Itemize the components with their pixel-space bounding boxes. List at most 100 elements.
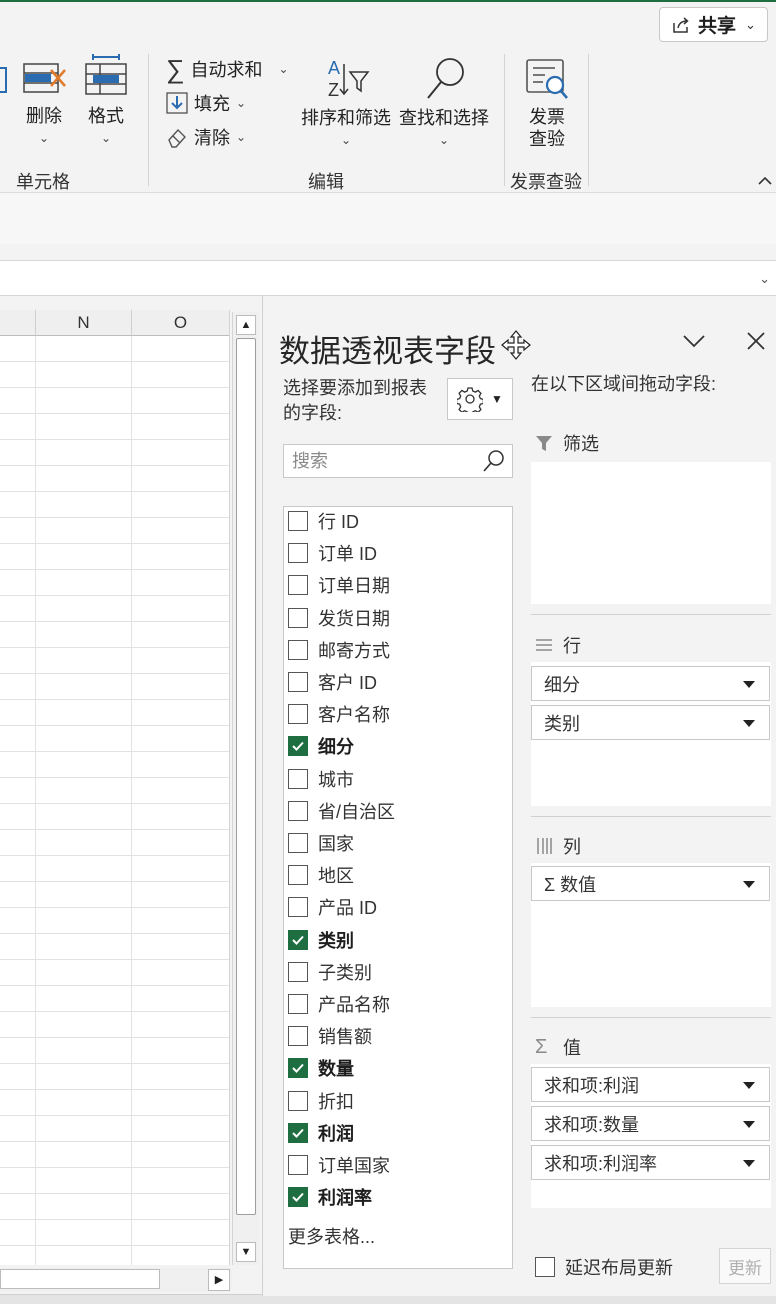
scroll-right-icon[interactable]: ▶ [208,1269,230,1291]
field-item[interactable]: 行 ID [288,507,359,535]
column-header-o[interactable]: O [132,310,229,336]
field-item[interactable]: 城市 [288,765,354,793]
dropdown-arrow-icon[interactable] [743,720,755,727]
field-checkbox-checked[interactable] [288,736,308,756]
field-checkbox[interactable] [288,769,308,789]
field-item[interactable]: 订单国家 [288,1151,390,1179]
search-icon[interactable] [482,449,506,473]
dropdown-arrow-icon[interactable] [743,1121,755,1128]
field-checkbox[interactable] [288,511,308,531]
collapse-ribbon-icon[interactable] [757,174,773,188]
pane-options-chevron-icon[interactable] [681,332,707,350]
field-item[interactable]: 子类别 [288,958,372,986]
dropdown-arrow-icon[interactable] [743,681,755,688]
field-item[interactable]: 客户名称 [288,700,390,728]
field-checkbox[interactable] [288,962,308,982]
field-item[interactable]: 发货日期 [288,604,390,632]
insert-cells-icon[interactable] [0,64,8,96]
update-button[interactable]: 更新 [719,1248,771,1284]
move-cursor-icon[interactable] [501,330,531,360]
delete-cells-button[interactable]: 删除 ⌄ [20,58,68,144]
field-item[interactable]: 类别 [288,926,354,954]
field-checkbox-checked[interactable] [288,1123,308,1143]
clear-label: 清除 [194,128,230,148]
field-list[interactable]: 行 ID 订单 ID 订单日期发货日期邮寄方式客户 ID 客户名称细分城市省/自治区国… [283,506,513,1269]
invoice-check-button[interactable]: 发票 查验 [516,58,578,150]
rows-field-chip[interactable]: 细分 [531,666,770,701]
search-input[interactable] [284,445,474,477]
find-select-button[interactable]: 查找和选择 ⌄ [396,56,492,146]
field-search-box[interactable] [283,444,513,478]
field-checkbox[interactable] [288,543,308,563]
field-checkbox[interactable] [288,672,308,692]
field-item[interactable]: 国家 [288,829,354,857]
values-field-chip[interactable]: 求和项:利润率 [531,1145,770,1180]
field-list-settings-button[interactable]: ▼ [447,378,513,420]
field-item[interactable]: 产品名称 [288,990,390,1018]
field-checkbox[interactable] [288,575,308,595]
field-checkbox[interactable] [288,865,308,885]
dropdown-arrow-icon[interactable] [743,1082,755,1089]
scroll-up-icon[interactable]: ▲ [236,315,256,335]
vertical-scrollbar[interactable]: ▲ ▼ [232,312,259,1265]
field-item[interactable]: 客户 ID [288,668,377,696]
field-item[interactable]: 利润率 [288,1183,372,1211]
worksheet-grid[interactable]: N O [0,310,230,1265]
field-item[interactable]: 利润 [288,1119,354,1147]
field-item[interactable]: 数量 [288,1054,354,1082]
scroll-thumb[interactable] [0,1269,160,1289]
values-area-header: Σ 值 [535,1034,581,1060]
field-checkbox[interactable] [288,640,308,660]
field-item[interactable]: 省/自治区 [288,797,395,825]
dropdown-arrow-icon[interactable] [743,881,755,888]
defer-layout-update[interactable]: 延迟布局更新 [535,1254,673,1280]
field-checkbox[interactable] [288,833,308,853]
rows-field-chip[interactable]: 类别 [531,705,770,740]
field-checkbox[interactable] [288,897,308,917]
formula-bar[interactable]: ⌄ [0,260,776,296]
autosum-button[interactable]: ∑ 自动求和 ⌄ [166,56,289,82]
field-checkbox[interactable] [288,1026,308,1046]
column-header-partial[interactable] [0,310,36,336]
field-checkbox-checked[interactable] [288,1187,308,1207]
find-select-label: 查找和选择 [399,108,489,128]
field-item[interactable]: 折扣 [288,1087,354,1115]
horizontal-scrollbar[interactable]: ▶ [0,1268,232,1292]
defer-layout-checkbox[interactable] [535,1257,555,1277]
format-cells-button[interactable]: 格式 ⌄ [82,54,130,144]
field-checkbox[interactable] [288,1091,308,1111]
field-item[interactable]: 订单日期 [288,571,390,599]
field-checkbox[interactable] [288,801,308,821]
field-item[interactable]: 产品 ID [288,893,377,921]
values-field-chip[interactable]: 求和项:数量 [531,1106,770,1141]
svg-text:A: A [328,58,340,78]
field-item[interactable]: 邮寄方式 [288,636,390,664]
field-checkbox-checked[interactable] [288,930,308,950]
columns-field-chip[interactable]: Σ 数值 [531,866,770,901]
field-item[interactable]: 销售额 [288,1022,372,1050]
field-checkbox[interactable] [288,994,308,1014]
share-button[interactable]: 共享 ⌄ [659,7,768,42]
field-label: 子类别 [318,963,372,983]
clear-button[interactable]: 清除 ⌄ [166,124,246,150]
scroll-down-icon[interactable]: ▼ [236,1242,256,1262]
dropdown-arrow-icon[interactable] [743,1160,755,1167]
sort-filter-button[interactable]: A Z 排序和筛选 ⌄ [300,56,392,146]
field-checkbox[interactable] [288,1155,308,1175]
values-field-chip[interactable]: 求和项:利润 [531,1067,770,1102]
field-checkbox[interactable] [288,704,308,724]
field-item[interactable]: 订单 ID [288,539,377,567]
expand-formula-bar-icon[interactable]: ⌄ [759,271,770,287]
field-item[interactable]: 地区 [288,861,354,889]
field-item[interactable]: 细分 [288,732,354,760]
field-checkbox[interactable] [288,608,308,628]
field-checkbox-checked[interactable] [288,1058,308,1078]
chevron-down-icon: ▼ [491,392,503,406]
more-tables-link[interactable]: 更多表格... [288,1223,375,1249]
fill-button[interactable]: 填充 ⌄ [166,90,246,116]
filter-drop-area[interactable] [531,462,771,604]
chip-label: 求和项:数量 [544,1114,640,1135]
column-header-n[interactable]: N [36,310,132,336]
scroll-thumb[interactable] [236,338,256,1215]
close-icon[interactable] [745,330,767,352]
